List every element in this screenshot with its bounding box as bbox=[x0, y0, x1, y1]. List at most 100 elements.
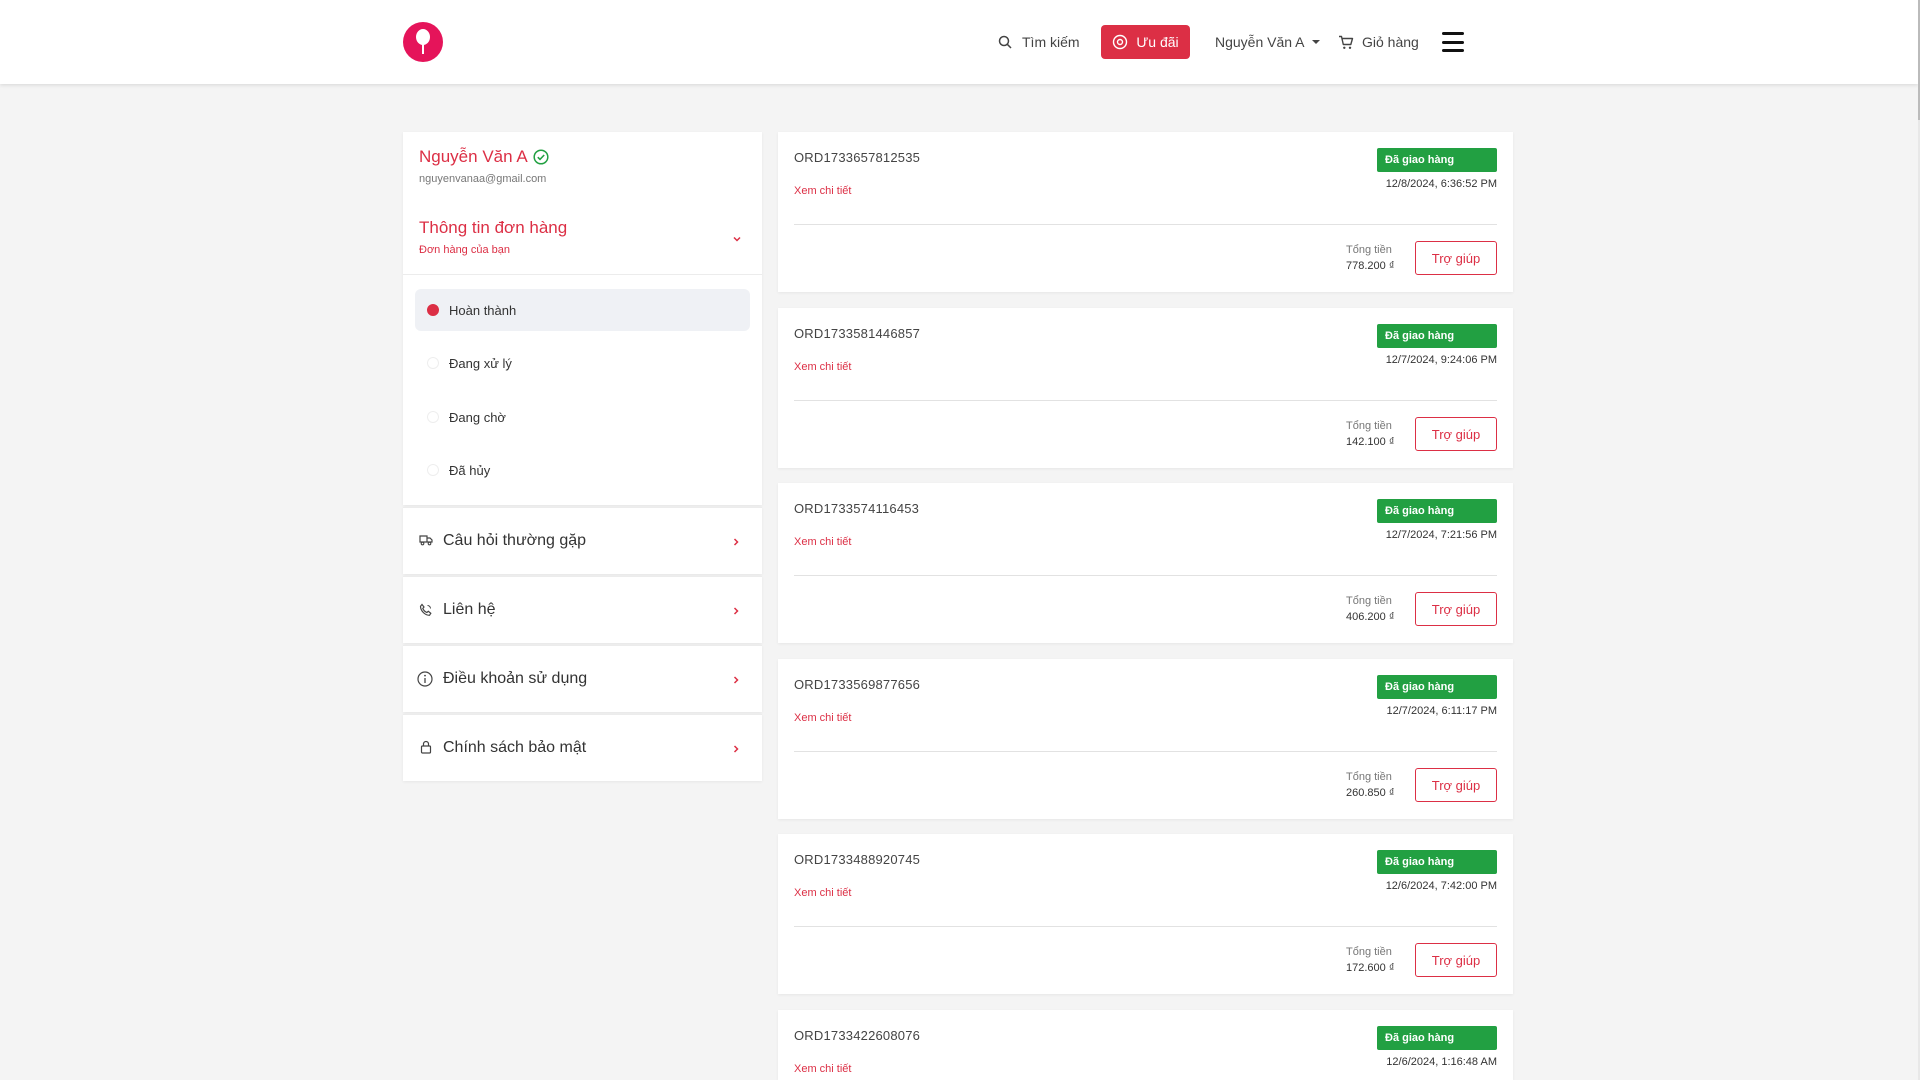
status-badge: Đã giao hàng bbox=[1377, 148, 1497, 172]
order-status-filters: Hoàn thành Đang xử lý Đang chờ Đã hủy bbox=[403, 275, 762, 505]
order-info-subtitle: Đơn hàng của bạn bbox=[419, 244, 511, 256]
help-button[interactable]: Trợ giúp bbox=[1415, 241, 1497, 275]
order-date: 12/6/2024, 7:42:00 PM bbox=[1385, 880, 1497, 892]
profile-email: nguyenvanaa@gmail.com bbox=[419, 173, 547, 185]
order-date: 12/6/2024, 1:16:48 AM bbox=[1386, 1056, 1497, 1068]
view-details-link[interactable]: Xem chi tiết bbox=[794, 1063, 851, 1075]
menu-terms[interactable]: Điều khoản sử dụng bbox=[403, 645, 762, 712]
profile-name-text: Nguyễn Văn A bbox=[419, 147, 528, 166]
status-badge: Đã giao hàng bbox=[1377, 1026, 1497, 1050]
filter-pending[interactable]: Đang chờ bbox=[415, 396, 750, 438]
order-id: ORD1733657812535 bbox=[794, 150, 921, 165]
order-date: 12/8/2024, 6:36:52 PM bbox=[1385, 178, 1497, 190]
total-value: 778.200 ₫ bbox=[1346, 260, 1395, 272]
promo-icon bbox=[1113, 34, 1128, 50]
top-header: Tìm kiếm Ưu đãi Nguyễn Văn A Giỏ hàng bbox=[0, 0, 1918, 84]
phone-icon bbox=[419, 603, 432, 616]
chevron-right-icon bbox=[733, 745, 739, 753]
search-label: Tìm kiếm bbox=[1022, 34, 1080, 50]
status-badge: Đã giao hàng bbox=[1377, 850, 1497, 874]
help-button[interactable]: Trợ giúp bbox=[1415, 768, 1497, 802]
order-date: 12/7/2024, 7:21:56 PM bbox=[1385, 529, 1497, 541]
profile-panel: Nguyễn Văn A nguyenvanaa@gmail.com Thông… bbox=[403, 132, 762, 275]
order-id: ORD1733488920745 bbox=[794, 852, 921, 867]
search-link[interactable]: Tìm kiếm bbox=[998, 25, 1080, 59]
filter-label: Đang xử lý bbox=[449, 355, 512, 371]
order-info-toggle[interactable]: Thông tin đơn hàng Đơn hàng của bạn bbox=[419, 218, 567, 256]
divider bbox=[794, 400, 1497, 401]
chevron-down-icon[interactable] bbox=[732, 235, 742, 243]
spoon-icon bbox=[416, 29, 430, 54]
divider bbox=[794, 926, 1497, 927]
filter-label: Đang chờ bbox=[449, 409, 506, 425]
order-date: 12/7/2024, 6:11:17 PM bbox=[1386, 705, 1498, 717]
chevron-right-icon bbox=[733, 676, 739, 684]
filter-label: Đã hủy bbox=[449, 462, 491, 478]
menu-label: Chính sách bảo mật bbox=[443, 739, 587, 756]
brand-logo[interactable] bbox=[403, 22, 443, 62]
caret-down-icon bbox=[1311, 40, 1320, 44]
status-badge: Đã giao hàng bbox=[1377, 499, 1497, 523]
radio-icon bbox=[427, 464, 439, 476]
verified-check-icon bbox=[533, 149, 549, 165]
menu-faq[interactable]: Câu hỏi thường gặp bbox=[403, 507, 762, 574]
radio-icon bbox=[427, 411, 439, 423]
menu-label: Điều khoản sử dụng bbox=[443, 670, 588, 687]
profile-name: Nguyễn Văn A bbox=[419, 147, 549, 167]
order-id: ORD1733574116453 bbox=[794, 501, 920, 516]
order-card: ORD1733422608076 Xem chi tiết Đã giao hà… bbox=[778, 1010, 1513, 1080]
hamburger-menu-icon[interactable] bbox=[1442, 32, 1464, 52]
view-details-link[interactable]: Xem chi tiết bbox=[794, 185, 851, 197]
total-label: Tổng tiền bbox=[1346, 771, 1392, 783]
total-value: 260.850 ₫ bbox=[1346, 787, 1395, 799]
total-value: 406.200 ₫ bbox=[1346, 611, 1395, 623]
total-label: Tổng tiền bbox=[1346, 946, 1392, 958]
total-label: Tổng tiền bbox=[1346, 595, 1392, 607]
order-card: ORD1733488920745 Xem chi tiết Đã giao hà… bbox=[778, 834, 1513, 994]
order-card: ORD1733574116453 Xem chi tiết Đã giao hà… bbox=[778, 483, 1513, 643]
chevron-right-icon bbox=[733, 607, 739, 615]
menu-contact[interactable]: Liên hệ bbox=[403, 576, 762, 643]
menu-privacy[interactable]: Chính sách bảo mật bbox=[403, 714, 762, 781]
order-card: ORD1733657812535 Xem chi tiết Đã giao hà… bbox=[778, 132, 1513, 292]
menu-label: Liên hệ bbox=[443, 601, 496, 618]
divider bbox=[794, 575, 1497, 576]
radio-selected-icon bbox=[427, 304, 439, 316]
cart-icon bbox=[1339, 35, 1354, 49]
help-button[interactable]: Trợ giúp bbox=[1415, 592, 1497, 626]
user-menu-dropdown[interactable]: Nguyễn Văn A bbox=[1215, 25, 1320, 59]
view-details-link[interactable]: Xem chi tiết bbox=[794, 536, 851, 548]
user-menu-label: Nguyễn Văn A bbox=[1215, 34, 1305, 50]
truck-icon bbox=[419, 535, 433, 546]
promo-button[interactable]: Ưu đãi bbox=[1101, 25, 1190, 59]
help-button[interactable]: Trợ giúp bbox=[1415, 417, 1497, 451]
promo-label: Ưu đãi bbox=[1136, 34, 1179, 50]
order-id: ORD1733581446857 bbox=[794, 326, 921, 341]
order-card: ORD1733581446857 Xem chi tiết Đã giao hà… bbox=[778, 308, 1513, 468]
status-badge: Đã giao hàng bbox=[1377, 675, 1497, 699]
order-card: ORD1733569877656 Xem chi tiết Đã giao hà… bbox=[778, 659, 1513, 819]
search-icon bbox=[998, 35, 1012, 49]
filter-label: Hoàn thành bbox=[449, 302, 517, 318]
status-badge: Đã giao hàng bbox=[1377, 324, 1497, 348]
view-details-link[interactable]: Xem chi tiết bbox=[794, 712, 851, 724]
total-value: 142.100 ₫ bbox=[1346, 436, 1395, 448]
view-details-link[interactable]: Xem chi tiết bbox=[794, 361, 851, 373]
filter-completed[interactable]: Hoàn thành bbox=[415, 289, 750, 331]
lock-icon bbox=[420, 740, 432, 754]
filter-cancelled[interactable]: Đã hủy bbox=[415, 449, 750, 491]
order-id: ORD1733569877656 bbox=[794, 677, 921, 692]
order-date: 12/7/2024, 9:24:06 PM bbox=[1385, 354, 1497, 366]
view-details-link[interactable]: Xem chi tiết bbox=[794, 887, 851, 899]
menu-label: Câu hỏi thường gặp bbox=[443, 532, 587, 549]
divider bbox=[794, 751, 1497, 752]
filter-processing[interactable]: Đang xử lý bbox=[415, 342, 750, 384]
order-id: ORD1733422608076 bbox=[794, 1028, 921, 1043]
divider bbox=[794, 224, 1497, 225]
total-label: Tổng tiền bbox=[1346, 420, 1392, 432]
total-value: 172.600 ₫ bbox=[1346, 962, 1395, 974]
cart-label: Giỏ hàng bbox=[1362, 34, 1419, 50]
order-info-title: Thông tin đơn hàng bbox=[419, 218, 568, 237]
cart-link[interactable]: Giỏ hàng bbox=[1338, 25, 1419, 59]
help-button[interactable]: Trợ giúp bbox=[1415, 943, 1497, 977]
